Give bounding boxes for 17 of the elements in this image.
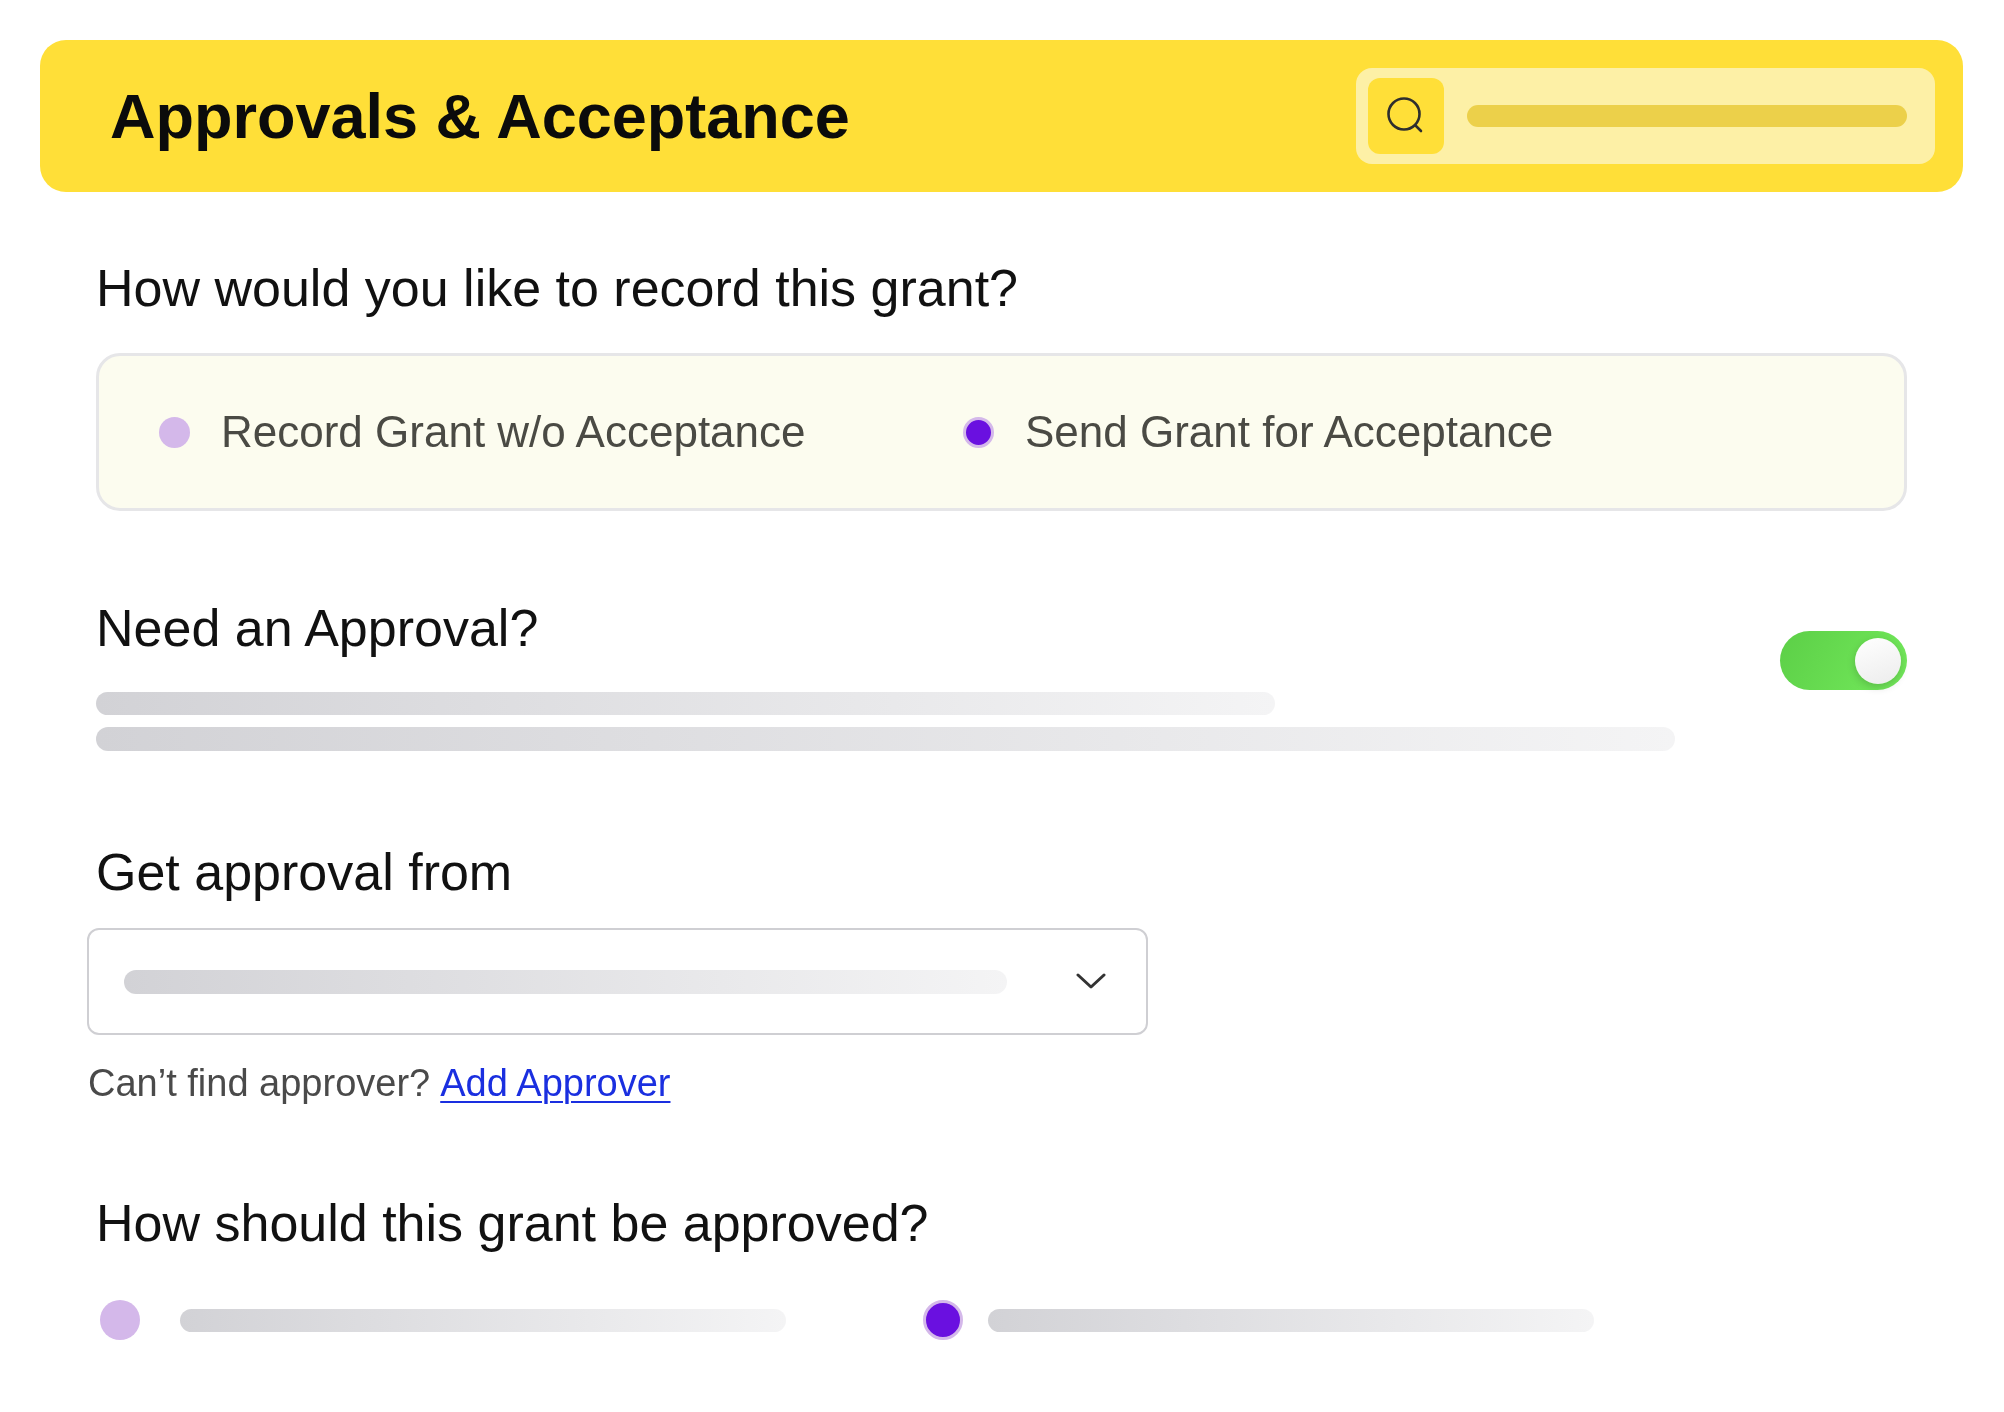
radio-button[interactable] <box>159 416 190 448</box>
search-field[interactable] <box>1356 68 1935 164</box>
chevron-down-icon <box>1076 973 1106 990</box>
add-approver-link[interactable]: Add Approver <box>440 1059 671 1107</box>
section-heading: Get approval from <box>96 844 514 900</box>
page-title: Approvals & Acceptance <box>110 80 850 152</box>
radio-button[interactable] <box>100 1300 140 1340</box>
hint-text: Can’t find approver? <box>88 1061 431 1106</box>
search-icon[interactable] <box>1368 78 1444 154</box>
section-heading: Need an Approval? <box>96 600 540 656</box>
section-heading: How should this grant be approved? <box>96 1195 930 1251</box>
radio-label[interactable]: Send Grant for Acceptance <box>1025 407 1554 457</box>
radio-label[interactable]: Record Grant w/o Acceptance <box>221 407 806 457</box>
radio-button[interactable] <box>923 1300 963 1340</box>
dropdown-field[interactable] <box>87 928 1148 1035</box>
radio-button[interactable] <box>963 416 994 448</box>
section-heading: How would you like to record this grant? <box>96 260 1019 316</box>
